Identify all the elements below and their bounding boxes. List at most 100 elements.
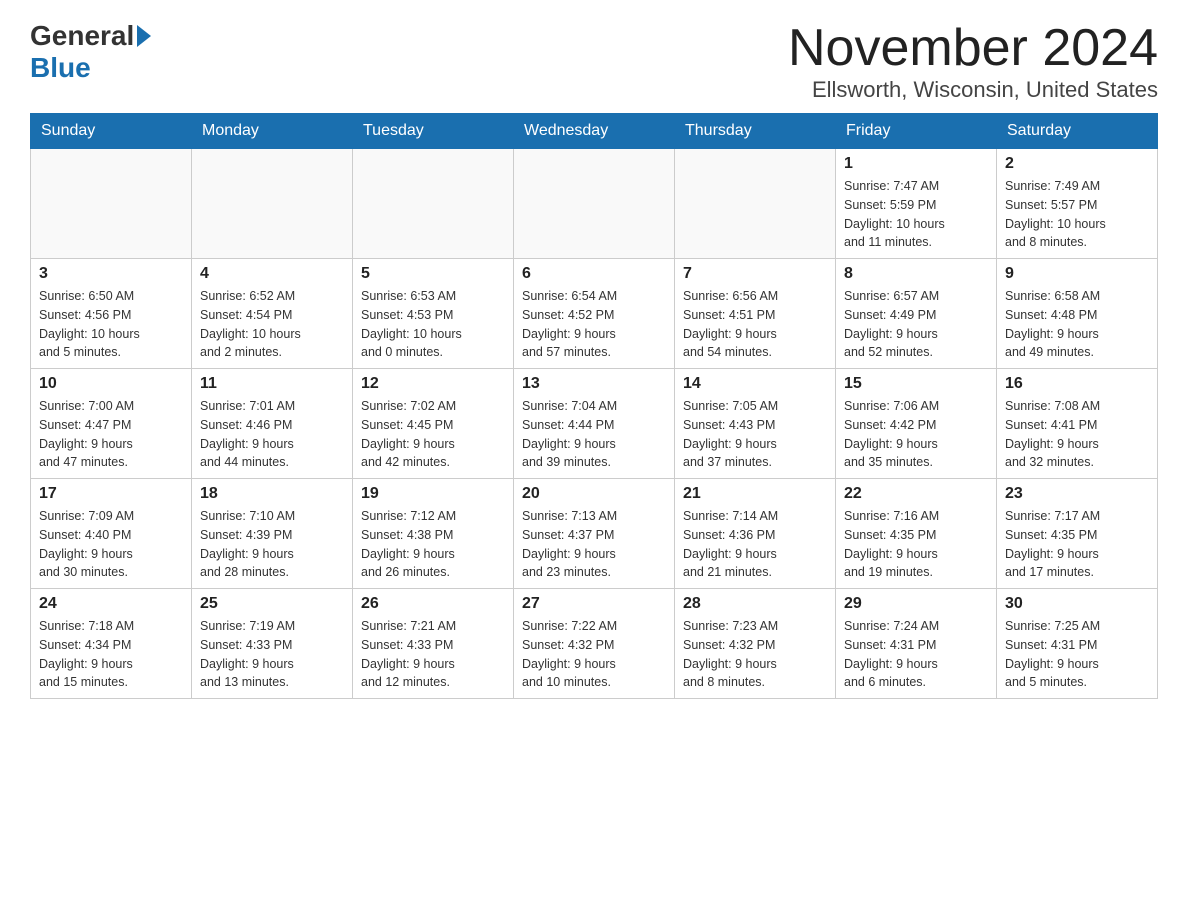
day-number: 10 bbox=[39, 375, 183, 393]
day-info: Sunrise: 6:57 AMSunset: 4:49 PMDaylight:… bbox=[844, 287, 988, 362]
day-number: 8 bbox=[844, 265, 988, 283]
calendar-week-1: 1 Sunrise: 7:47 AMSunset: 5:59 PMDaylight… bbox=[31, 149, 1158, 259]
day-number: 15 bbox=[844, 375, 988, 393]
day-info: Sunrise: 7:08 AMSunset: 4:41 PMDaylight:… bbox=[1005, 397, 1149, 472]
day-number: 9 bbox=[1005, 265, 1149, 283]
header-wednesday: Wednesday bbox=[514, 114, 675, 149]
day-number: 6 bbox=[522, 265, 666, 283]
day-info: Sunrise: 6:54 AMSunset: 4:52 PMDaylight:… bbox=[522, 287, 666, 362]
logo-general-text: General bbox=[30, 20, 134, 52]
day-info: Sunrise: 7:05 AMSunset: 4:43 PMDaylight:… bbox=[683, 397, 827, 472]
table-row: 29 Sunrise: 7:24 AMSunset: 4:31 PMDayligh… bbox=[836, 589, 997, 699]
calendar-week-3: 10 Sunrise: 7:00 AMSunset: 4:47 PMDayligh… bbox=[31, 369, 1158, 479]
header-sunday: Sunday bbox=[31, 114, 192, 149]
day-info: Sunrise: 7:19 AMSunset: 4:33 PMDaylight:… bbox=[200, 617, 344, 692]
day-info: Sunrise: 7:17 AMSunset: 4:35 PMDaylight:… bbox=[1005, 507, 1149, 582]
table-row bbox=[514, 149, 675, 259]
day-info: Sunrise: 7:01 AMSunset: 4:46 PMDaylight:… bbox=[200, 397, 344, 472]
table-row: 24 Sunrise: 7:18 AMSunset: 4:34 PMDayligh… bbox=[31, 589, 192, 699]
logo-blue-text: Blue bbox=[30, 52, 91, 83]
page-header: General Blue November 2024 Ellsworth, Wi… bbox=[30, 20, 1158, 103]
calendar-week-2: 3 Sunrise: 6:50 AMSunset: 4:56 PMDaylight… bbox=[31, 259, 1158, 369]
day-number: 22 bbox=[844, 485, 988, 503]
calendar-week-4: 17Sunrise: 7:09 AMSunset: 4:40 PMDayligh… bbox=[31, 479, 1158, 589]
day-number: 20 bbox=[522, 485, 666, 503]
day-info: Sunrise: 7:04 AMSunset: 4:44 PMDaylight:… bbox=[522, 397, 666, 472]
day-number: 28 bbox=[683, 595, 827, 613]
table-row: 27 Sunrise: 7:22 AMSunset: 4:32 PMDayligh… bbox=[514, 589, 675, 699]
day-number: 3 bbox=[39, 265, 183, 283]
table-row: 5Sunrise: 6:53 AMSunset: 4:53 PMDaylight… bbox=[353, 259, 514, 369]
day-info: Sunrise: 7:13 AMSunset: 4:37 PMDaylight:… bbox=[522, 507, 666, 582]
logo: General Blue bbox=[30, 20, 151, 84]
day-info: Sunrise: 7:22 AMSunset: 4:32 PMDaylight:… bbox=[522, 617, 666, 692]
table-row: 25Sunrise: 7:19 AMSunset: 4:33 PMDayligh… bbox=[192, 589, 353, 699]
header-monday: Monday bbox=[192, 114, 353, 149]
day-info: Sunrise: 7:24 AMSunset: 4:31 PMDaylight:… bbox=[844, 617, 988, 692]
day-info: Sunrise: 7:49 AMSunset: 5:57 PMDaylight:… bbox=[1005, 177, 1149, 252]
table-row: 3 Sunrise: 6:50 AMSunset: 4:56 PMDaylight… bbox=[31, 259, 192, 369]
day-number: 29 bbox=[844, 595, 988, 613]
table-row: 11 Sunrise: 7:01 AMSunset: 4:46 PMDayligh… bbox=[192, 369, 353, 479]
table-row: 18 Sunrise: 7:10 AMSunset: 4:39 PMDayligh… bbox=[192, 479, 353, 589]
day-number: 1 bbox=[844, 155, 988, 173]
header-saturday: Saturday bbox=[997, 114, 1158, 149]
table-row: 28 Sunrise: 7:23 AMSunset: 4:32 PMDayligh… bbox=[675, 589, 836, 699]
day-number: 5 bbox=[361, 265, 505, 283]
calendar-week-5: 24 Sunrise: 7:18 AMSunset: 4:34 PMDayligh… bbox=[31, 589, 1158, 699]
header-friday: Friday bbox=[836, 114, 997, 149]
day-number: 18 bbox=[200, 485, 344, 503]
day-number: 12 bbox=[361, 375, 505, 393]
day-number: 4 bbox=[200, 265, 344, 283]
table-row: 6 Sunrise: 6:54 AMSunset: 4:52 PMDaylight… bbox=[514, 259, 675, 369]
table-row: 2 Sunrise: 7:49 AMSunset: 5:57 PMDaylight… bbox=[997, 149, 1158, 259]
day-info: Sunrise: 7:16 AMSunset: 4:35 PMDaylight:… bbox=[844, 507, 988, 582]
day-info: Sunrise: 7:25 AMSunset: 4:31 PMDaylight:… bbox=[1005, 617, 1149, 692]
calendar-table: Sunday Monday Tuesday Wednesday Thursday… bbox=[30, 113, 1158, 699]
day-info: Sunrise: 7:14 AMSunset: 4:36 PMDaylight:… bbox=[683, 507, 827, 582]
weekday-header-row: Sunday Monday Tuesday Wednesday Thursday… bbox=[31, 114, 1158, 149]
table-row: 26 Sunrise: 7:21 AMSunset: 4:33 PMDayligh… bbox=[353, 589, 514, 699]
day-info: Sunrise: 7:02 AMSunset: 4:45 PMDaylight:… bbox=[361, 397, 505, 472]
day-number: 21 bbox=[683, 485, 827, 503]
table-row bbox=[353, 149, 514, 259]
table-row: 19Sunrise: 7:12 AMSunset: 4:38 PMDayligh… bbox=[353, 479, 514, 589]
day-info: Sunrise: 6:52 AMSunset: 4:54 PMDaylight:… bbox=[200, 287, 344, 362]
table-row: 8 Sunrise: 6:57 AMSunset: 4:49 PMDaylight… bbox=[836, 259, 997, 369]
day-info: Sunrise: 7:47 AMSunset: 5:59 PMDaylight:… bbox=[844, 177, 988, 252]
calendar-subtitle: Ellsworth, Wisconsin, United States bbox=[788, 77, 1158, 103]
table-row bbox=[192, 149, 353, 259]
table-row: 30Sunrise: 7:25 AMSunset: 4:31 PMDayligh… bbox=[997, 589, 1158, 699]
day-number: 26 bbox=[361, 595, 505, 613]
day-info: Sunrise: 6:56 AMSunset: 4:51 PMDaylight:… bbox=[683, 287, 827, 362]
table-row: 7 Sunrise: 6:56 AMSunset: 4:51 PMDaylight… bbox=[675, 259, 836, 369]
table-row: 21 Sunrise: 7:14 AMSunset: 4:36 PMDayligh… bbox=[675, 479, 836, 589]
calendar-title: November 2024 bbox=[788, 20, 1158, 77]
day-info: Sunrise: 7:18 AMSunset: 4:34 PMDaylight:… bbox=[39, 617, 183, 692]
table-row: 13 Sunrise: 7:04 AMSunset: 4:44 PMDayligh… bbox=[514, 369, 675, 479]
day-info: Sunrise: 7:23 AMSunset: 4:32 PMDaylight:… bbox=[683, 617, 827, 692]
day-info: Sunrise: 7:00 AMSunset: 4:47 PMDaylight:… bbox=[39, 397, 183, 472]
day-info: Sunrise: 6:58 AMSunset: 4:48 PMDaylight:… bbox=[1005, 287, 1149, 362]
day-number: 13 bbox=[522, 375, 666, 393]
day-info: Sunrise: 7:06 AMSunset: 4:42 PMDaylight:… bbox=[844, 397, 988, 472]
table-row: 4 Sunrise: 6:52 AMSunset: 4:54 PMDaylight… bbox=[192, 259, 353, 369]
day-info: Sunrise: 6:50 AMSunset: 4:56 PMDaylight:… bbox=[39, 287, 183, 362]
day-number: 2 bbox=[1005, 155, 1149, 173]
day-number: 11 bbox=[200, 375, 344, 393]
table-row: 20 Sunrise: 7:13 AMSunset: 4:37 PMDayligh… bbox=[514, 479, 675, 589]
day-info: Sunrise: 7:21 AMSunset: 4:33 PMDaylight:… bbox=[361, 617, 505, 692]
logo-arrow-icon bbox=[137, 25, 151, 47]
table-row: 9 Sunrise: 6:58 AMSunset: 4:48 PMDaylight… bbox=[997, 259, 1158, 369]
title-block: November 2024 Ellsworth, Wisconsin, Unit… bbox=[788, 20, 1158, 103]
day-info: Sunrise: 7:12 AMSunset: 4:38 PMDaylight:… bbox=[361, 507, 505, 582]
day-info: Sunrise: 7:10 AMSunset: 4:39 PMDaylight:… bbox=[200, 507, 344, 582]
day-number: 27 bbox=[522, 595, 666, 613]
day-number: 16 bbox=[1005, 375, 1149, 393]
day-number: 14 bbox=[683, 375, 827, 393]
table-row: 1 Sunrise: 7:47 AMSunset: 5:59 PMDaylight… bbox=[836, 149, 997, 259]
table-row: 16 Sunrise: 7:08 AMSunset: 4:41 PMDayligh… bbox=[997, 369, 1158, 479]
table-row: 10 Sunrise: 7:00 AMSunset: 4:47 PMDayligh… bbox=[31, 369, 192, 479]
day-number: 24 bbox=[39, 595, 183, 613]
day-number: 7 bbox=[683, 265, 827, 283]
